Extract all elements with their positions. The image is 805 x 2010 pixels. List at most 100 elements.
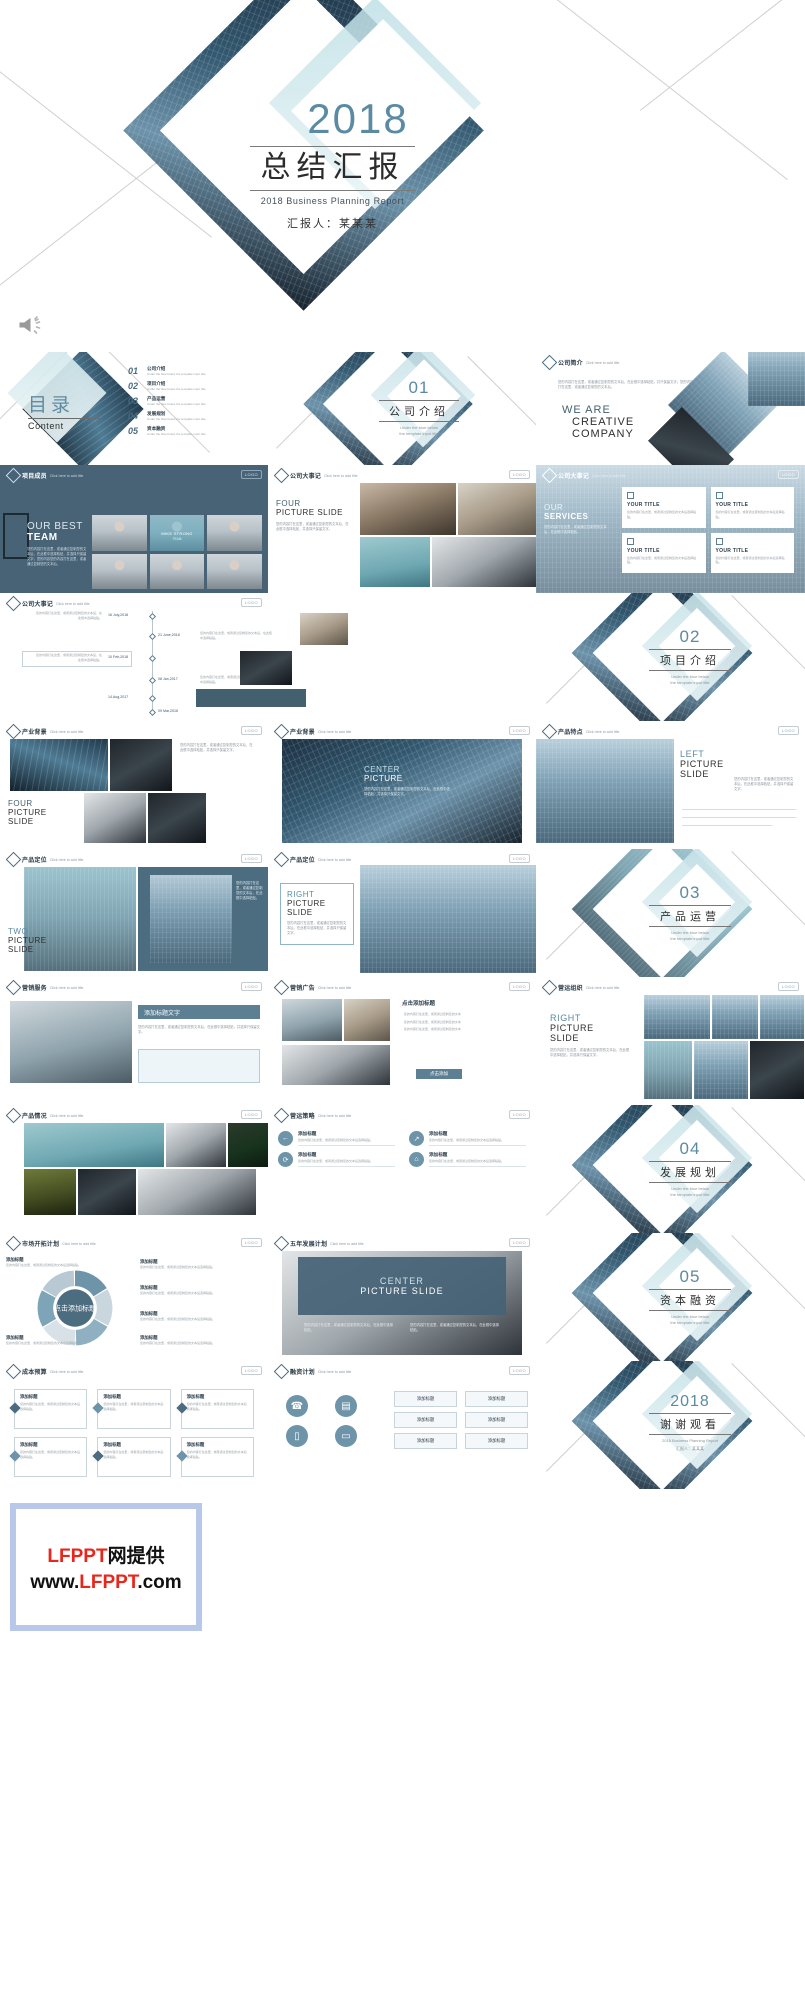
slide-services[interactable]: 公司大事记 Click here to add title LOGO OUR S… — [536, 465, 805, 593]
wheel-label: 添加标题 您的内容打在这里，或者通过复制您的文本后选择粘贴。 — [6, 1335, 116, 1346]
diamond-icon — [273, 1235, 290, 1252]
slide-five-year[interactable]: 五年发展计划 Click here to add title LOGO CENT… — [268, 1233, 536, 1361]
rp2-photo-4 — [644, 1041, 692, 1099]
timeline-entry[interactable]: 14 Aug,2017 — [108, 695, 128, 699]
operation-plan-item[interactable]: ⟳ 添加标题 您的内容打在这里，或者通过复制您的文本后选择粘贴。 — [278, 1152, 395, 1167]
slide-header: 产业背景 Click here to add title — [5, 723, 83, 740]
financing-tag[interactable]: 添加标题 — [394, 1412, 457, 1428]
diamond-icon — [5, 979, 22, 996]
promotion-item: · 您的内容打在这里，或者通过复制您的文本 — [402, 1019, 461, 1024]
operation-plan-item[interactable]: ← 添加标题 您的内容打在这里，或者通过复制您的文本后选择粘贴。 — [278, 1131, 395, 1146]
cost-card[interactable]: 添加标题 您的内容打在这里，或者通过复制您的文本后选择粘贴。 — [175, 1437, 254, 1477]
section-02-number: 02 — [679, 627, 701, 646]
slide-thanks[interactable]: 2018 谢谢观看 2018 Business Planning Report … — [536, 1361, 805, 1489]
cost-card-desc: 您的内容打在这里，或者通过复制您的文本后选择粘贴。 — [20, 1402, 81, 1411]
cost-card[interactable]: 添加标题 您的内容打在这里，或者通过复制您的文本后选择粘贴。 — [92, 1437, 171, 1477]
team-member-photo[interactable] — [92, 553, 147, 589]
slide-cost-budget[interactable]: 成本预算 Click here to add title LOGO 添加标题 您的… — [0, 1361, 268, 1489]
slide-cover[interactable]: 2018 总结汇报 2018 Business Planning Report … — [0, 0, 805, 352]
slide-financing[interactable]: 融资计划 Click here to add title LOGO ☎ ▤ ▯ ▭ 添… — [268, 1361, 536, 1489]
slide-right-picture[interactable]: 产品定位 Click here to add title LOGO RIGHT … — [268, 849, 536, 977]
cost-card[interactable]: 添加标题 您的内容打在这里，或者通过复制您的文本后选择粘贴。 — [9, 1389, 88, 1429]
team-member-photo[interactable] — [92, 515, 147, 551]
headline-line-2: PICTURE — [8, 808, 47, 817]
cost-card[interactable]: 添加标题 您的内容打在这里，或者通过复制您的文本后选择粘贴。 — [9, 1437, 88, 1477]
slide-four-picture-top[interactable]: 公司大事记 Click here to add title LOGO FOUR … — [268, 465, 536, 593]
mobile-icon[interactable]: ▯ — [286, 1425, 308, 1447]
header-subtitle: Click here to add title — [56, 601, 90, 606]
toc-title-cn: 目录 — [28, 394, 75, 416]
section-04-text: 04 发展规划 Under the blue below the templat… — [630, 1139, 750, 1198]
operation-plan-item[interactable]: ⌂ 添加标题 您的内容打在这里，或者通过复制您的文本后选择粘贴。 — [409, 1152, 526, 1167]
slide-section-05[interactable]: 05 资本融资 Under the blue below the templat… — [536, 1233, 805, 1361]
slide-team[interactable]: 项目成员 Click here to add title LOGO OUR BE… — [0, 465, 268, 593]
service-card[interactable]: YOUR TITLE 您的内容打在这里，或者通过复制您的文本后选择粘贴。 — [622, 532, 706, 573]
slide-section-01[interactable]: 01 公司介绍 Under the blue below the templat… — [268, 352, 536, 465]
operation-icon: ↗ — [409, 1131, 424, 1146]
cost-card[interactable]: 添加标题 您的内容打在这里，或者通过复制您的文本后选择粘贴。 — [175, 1389, 254, 1429]
header-subtitle: Click here to add title — [317, 985, 352, 990]
header-title: 产品定位 — [22, 857, 47, 864]
slide-section-03[interactable]: 03 产品运营 Under the blue below the templat… — [536, 849, 805, 977]
slide-header: 营销广告 Click here to add title — [273, 979, 352, 996]
services-headline: OUR SERVICES 您的内容打在这里，或者通过复制您的文本后，在此框中选择… — [544, 503, 610, 535]
timeline-date: 08 Jan,2017 — [158, 677, 178, 681]
financing-tag[interactable]: 添加标题 — [465, 1391, 528, 1407]
toc-item[interactable]: 05 资本融资 Under the blue below the template … — [128, 426, 260, 437]
team-member-photo[interactable]: MIKE STRONG TEAM — [149, 515, 205, 551]
team-member-photo[interactable] — [207, 553, 262, 589]
timeline-entry[interactable]: 08 Jan,2017 — [158, 677, 178, 681]
row-9: 成本预算 Click here to add title LOGO 添加标题 您的… — [0, 1361, 805, 1489]
cost-card[interactable]: 添加标题 您的内容打在这里，或者通过复制您的文本后选择粘贴。 — [92, 1389, 171, 1429]
slide-two-picture[interactable]: 产品定位 Click here to add title LOGO TWO PI… — [0, 849, 268, 977]
slide-market-expansion[interactable]: 市场开拓计划 Click here to add title LOGO 点击添加… — [0, 1233, 268, 1361]
toc-item[interactable]: 04 发展规划 Under the blue below the template … — [128, 411, 260, 422]
diamond-icon — [273, 723, 290, 740]
header-subtitle: Click here to add title — [585, 729, 620, 734]
toc-item[interactable]: 02 项目介绍 Under the blue below the template … — [128, 381, 260, 392]
speaker-icon[interactable] — [16, 314, 46, 336]
timeline-entry[interactable]: 21 June,2018 — [158, 633, 180, 637]
chart-icon[interactable]: ▤ — [335, 1395, 357, 1417]
toc-item[interactable]: 03 产品运营 Under the blue below the template … — [128, 396, 260, 407]
financing-tag[interactable]: 添加标题 — [465, 1433, 528, 1449]
financing-tag[interactable]: 添加标题 — [394, 1433, 457, 1449]
thanks-text: 2018 谢谢观看 2018 Business Planning Report … — [630, 1393, 750, 1452]
slide-promotion[interactable]: 营销广告 Click here to add title LOGO 点击添加标题… — [268, 977, 536, 1105]
five-year-panel: CENTER PICTURE SLIDE — [298, 1257, 506, 1315]
slide-left-picture[interactable]: 产品特点 Click here to add title LOGO LEFT P… — [536, 721, 805, 849]
wheel-segment[interactable] — [93, 1289, 113, 1326]
slide-company-intro[interactable]: 公司简介 Click here to add title 您的内容打在这里，或者… — [536, 352, 805, 465]
slide-header: 公司大事记 Click here to add title — [541, 467, 626, 484]
row-3: 公司大事记 Click here to add title LOGO 16 Ju… — [0, 593, 805, 721]
financing-tag[interactable]: 添加标题 — [394, 1391, 457, 1407]
header-subtitle: Click here to add title — [324, 473, 358, 478]
slide-center-picture[interactable]: 产业背景 Click here to add title LOGO CENTER… — [268, 721, 536, 849]
wheel-label-desc: 您的内容打在这里，或者通过复制您的文本后选择粘贴。 — [140, 1341, 216, 1345]
timeline-entry[interactable]: 09 Mar,2016 — [158, 709, 178, 713]
slide-product-four[interactable]: 产业背景 Click here to add title LOGO FOUR P… — [0, 721, 268, 849]
timeline-entry[interactable]: 16 July,2018 — [108, 613, 128, 617]
slide-right-picture-2[interactable]: 营运组织 Click here to add title LOGO RIGHT … — [536, 977, 805, 1105]
slide-product-gallery[interactable]: 产品情况 Click here to add title LOGO — [0, 1105, 268, 1233]
toc-item[interactable]: 01 公司介绍 Under the blue below the template … — [128, 366, 260, 377]
slide-marketing[interactable]: 营销服务 Click here to add title LOGO 添加标题文字… — [0, 977, 268, 1105]
service-card[interactable]: YOUR TITLE 您的内容打在这里，或者通过复制您的文本后选择粘贴。 — [622, 487, 706, 528]
headline-line-1: FOUR — [8, 799, 33, 808]
slide-operation-plan[interactable]: 营运策略 Click here to add title LOGO ← 添加标题您… — [268, 1105, 536, 1233]
team-member-photo[interactable] — [149, 553, 205, 589]
service-card[interactable]: YOUR TITLE 您的内容打在这里，或者通过复制您的文本后选择粘贴。 — [710, 532, 794, 573]
rp2-body: 您的内容打在这里，或者通过复制您的文本后，在此框中选择粘贴，并选择只保留文字。 — [550, 1048, 630, 1058]
service-card[interactable]: YOUR TITLE 您的内容打在这里，或者通过复制您的文本后选择粘贴。 — [710, 487, 794, 528]
slide-toc[interactable]: 目录 Content 01 公司介绍 Under the blue below th… — [0, 352, 268, 465]
financing-tag[interactable]: 添加标题 — [465, 1412, 528, 1428]
operation-plan-item[interactable]: ↗ 添加标题 您的内容打在这里，或者通过复制您的文本后选择粘贴。 — [409, 1131, 526, 1146]
slide-section-04[interactable]: 04 发展规划 Under the blue below the templat… — [536, 1105, 805, 1233]
promotion-button[interactable]: 点击添加 — [416, 1069, 462, 1079]
headline-line-3: SLIDE — [287, 908, 313, 917]
phone-icon[interactable]: ☎ — [286, 1395, 308, 1417]
monitor-icon[interactable]: ▭ — [335, 1425, 357, 1447]
team-member-photo[interactable] — [207, 515, 262, 551]
slide-timeline[interactable]: 公司大事记 Click here to add title LOGO 16 Ju… — [0, 593, 536, 721]
slide-section-02[interactable]: 02 项目介绍 Under the blue below the templat… — [536, 593, 805, 721]
